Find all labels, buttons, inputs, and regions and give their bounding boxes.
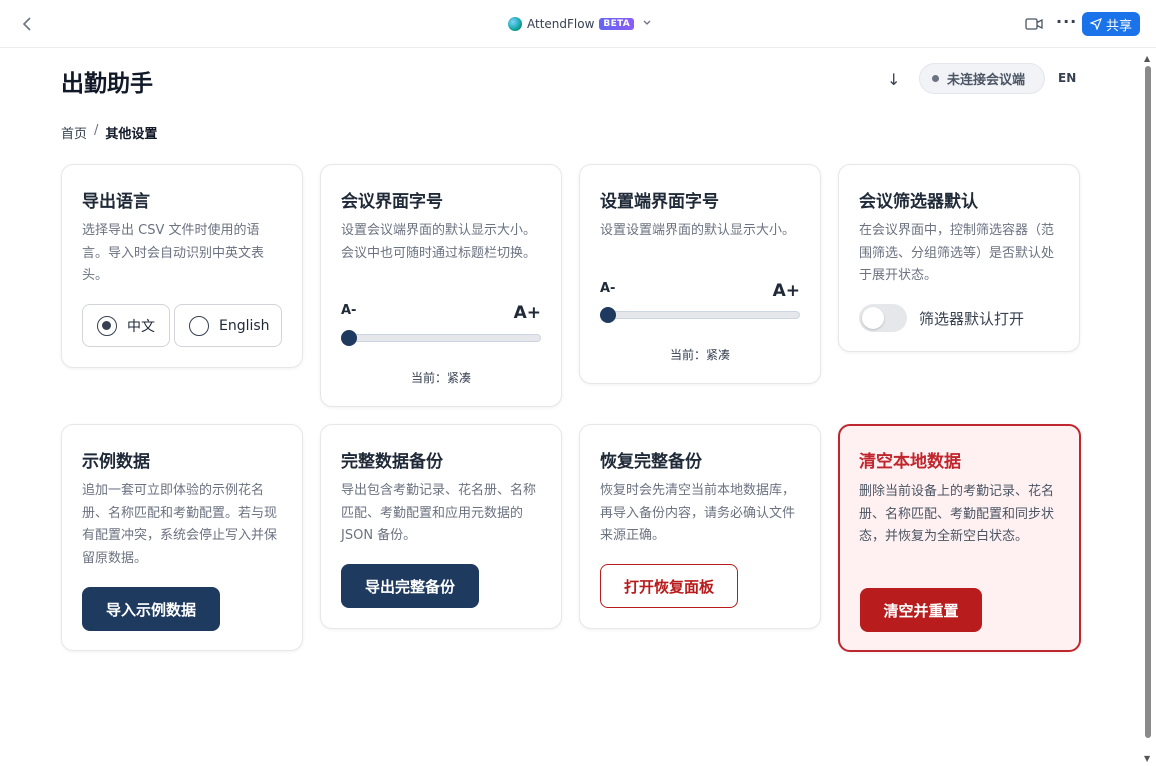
meeting-font-size-card: 会议界面字号 设置会议端界面的默认显示大小。会议中也可随时通过标题栏切换。 A-… — [320, 164, 562, 407]
scroll-thumb[interactable] — [1145, 66, 1151, 738]
card-description: 删除当前设备上的考勤记录、花名册、名称匹配、考勤配置和同步状态，并恢复为全新空白… — [859, 484, 1055, 544]
card-description: 追加一套可立即体验的示例花名册、名称匹配和考勤配置。若与现有配置冲突，系统会停止… — [82, 483, 278, 566]
export-language-card: 导出语言 选择导出 CSV 文件时使用的语言。导入时会自动识别中英文表头。 中文… — [61, 164, 303, 368]
import-sample-data-button[interactable]: 导入示例数据 — [82, 587, 220, 631]
radio-label: English — [219, 317, 270, 334]
page-title: 出勤助手 — [61, 71, 153, 97]
radio-unchecked-icon — [189, 315, 209, 336]
scroll-down-icon[interactable]: ▼ — [1144, 754, 1150, 763]
beta-badge: BETA — [599, 18, 635, 30]
settings-font-slider[interactable] — [600, 307, 800, 323]
meeting-font-slider[interactable] — [341, 330, 541, 346]
toggle-label: 筛选器默认打开 — [919, 310, 1025, 328]
font-increase-label: A+ — [772, 281, 800, 301]
radio-option-english[interactable]: English — [174, 304, 282, 347]
font-decrease-label: A- — [600, 281, 616, 296]
share-label: 共享 — [1105, 18, 1132, 34]
status-dot — [932, 75, 939, 82]
card-title: 导出语言 — [82, 192, 150, 212]
card-title: 设置端界面字号 — [600, 192, 719, 212]
vertical-scrollbar[interactable]: ▲ ▼ — [1143, 54, 1153, 766]
card-title: 示例数据 — [82, 452, 150, 472]
chevron-down-icon — [643, 19, 651, 29]
breadcrumb-separator: / — [94, 123, 99, 138]
send-icon — [1089, 17, 1103, 31]
app-switcher[interactable]: AttendFlow BETA — [508, 14, 651, 34]
filter-default-card: 会议筛选器默认 在会议界面中，控制筛选容器（范围筛选、分组筛选等）是否默认处于展… — [838, 164, 1080, 352]
current-size-label: 当前：紧凑 — [669, 348, 730, 362]
font-increase-label: A+ — [513, 303, 541, 323]
download-icon[interactable]: ↓ — [887, 70, 900, 89]
restore-backup-card: 恢复完整备份 恢复时会先清空当前本地数据库，再导入备份内容，请务必确认文件来源正… — [579, 424, 821, 629]
open-restore-panel-button[interactable]: 打开恢复面板 — [600, 564, 738, 608]
breadcrumb-current: 其他设置 — [105, 127, 158, 142]
export-full-backup-button[interactable]: 导出完整备份 — [341, 564, 479, 608]
card-description: 设置设置端界面的默认显示大小。 — [600, 223, 796, 238]
card-description: 设置会议端界面的默认显示大小。会议中也可随时通过标题栏切换。 — [341, 223, 537, 261]
back-arrow-icon[interactable] — [18, 14, 38, 34]
card-description: 在会议界面中，控制筛选容器（范围筛选、分组筛选等）是否默认处于展开状态。 — [859, 223, 1055, 283]
card-title: 会议筛选器默认 — [859, 192, 978, 212]
settings-font-size-card: 设置端界面字号 设置设置端界面的默认显示大小。 A- A+ 当前：紧凑 — [579, 164, 821, 384]
font-decrease-label: A- — [341, 303, 357, 318]
card-title: 会议界面字号 — [341, 192, 443, 212]
scroll-up-icon[interactable]: ▲ — [1144, 54, 1150, 63]
filter-default-toggle[interactable] — [859, 304, 907, 332]
card-description: 恢复时会先清空当前本地数据库，再导入备份内容，请务必确认文件来源正确。 — [600, 483, 796, 543]
language-toggle[interactable]: EN — [1058, 71, 1076, 85]
radio-label: 中文 — [127, 318, 155, 335]
radio-option-chinese[interactable]: 中文 — [82, 304, 170, 347]
breadcrumb: 首页 / 其他设置 — [61, 123, 157, 142]
more-options-icon[interactable]: ··· — [1056, 14, 1076, 34]
slider-labels: A- A+ — [600, 281, 800, 301]
breadcrumb-home[interactable]: 首页 — [61, 123, 87, 142]
card-description: 选择导出 CSV 文件时使用的语言。导入时会自动识别中英文表头。 — [82, 223, 265, 283]
card-title: 清空本地数据 — [859, 452, 961, 472]
slider-thumb[interactable] — [341, 330, 357, 346]
current-size-label: 当前：紧凑 — [410, 371, 471, 385]
slider-labels: A- A+ — [341, 303, 541, 323]
toggle-knob — [862, 307, 884, 329]
full-backup-card: 完整数据备份 导出包含考勤记录、花名册、名称匹配、考勤配置和应用元数据的 JSO… — [320, 424, 562, 629]
clear-local-data-card: 清空本地数据 删除当前设备上的考勤记录、花名册、名称匹配、考勤配置和同步状态，并… — [838, 424, 1081, 652]
video-camera-icon[interactable] — [1025, 16, 1043, 30]
clear-and-reset-button[interactable]: 清空并重置 — [860, 588, 982, 632]
connection-status-text: 未连接会议端 — [947, 73, 1026, 88]
radio-checked-icon — [97, 315, 117, 336]
card-description: 导出包含考勤记录、花名册、名称匹配、考勤配置和应用元数据的 JSON 备份。 — [341, 483, 537, 543]
slider-thumb[interactable] — [600, 307, 616, 323]
card-title: 完整数据备份 — [341, 452, 443, 472]
app-logo-icon — [508, 17, 522, 31]
connection-status-badge[interactable]: 未连接会议端 — [919, 63, 1045, 94]
card-title: 恢复完整备份 — [600, 452, 702, 472]
share-button[interactable]: 共享 — [1082, 12, 1140, 36]
title-bar: AttendFlow BETA ··· 共享 — [0, 0, 1156, 48]
sample-data-card: 示例数据 追加一套可立即体验的示例花名册、名称匹配和考勤配置。若与现有配置冲突，… — [61, 424, 303, 651]
app-name: AttendFlow — [527, 17, 595, 31]
